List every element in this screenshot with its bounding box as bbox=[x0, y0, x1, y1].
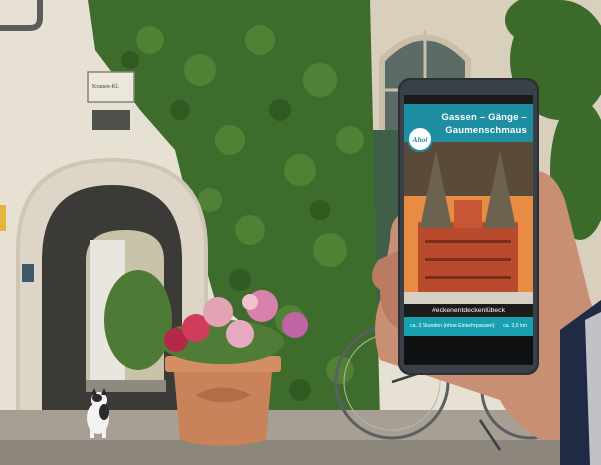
app-logo-badge: Ahoi bbox=[407, 126, 433, 152]
tour-duration: ca. 3 Stunden (ohne Einkehrpausen) bbox=[410, 323, 495, 329]
photo-scene: Kranen-Kl. bbox=[0, 0, 601, 465]
tour-distance: ca. 3,5 km bbox=[503, 323, 527, 329]
tour-info-bar: ca. 3 Stunden (ohne Einkehrpausen) ca. 3… bbox=[404, 317, 533, 336]
app-title-line2: Gaumenschmaus bbox=[445, 125, 527, 136]
app-title-line1: Gassen – Gänge – bbox=[441, 112, 527, 123]
wall-sign-text: Kranen-Kl. bbox=[92, 84, 120, 90]
yellow-marker bbox=[0, 205, 6, 231]
dark-plaque bbox=[92, 110, 130, 130]
flower-pot bbox=[165, 356, 281, 446]
phone-nav-bar bbox=[404, 336, 533, 364]
app-logo-text: Ahoi bbox=[412, 134, 428, 144]
small-sign bbox=[22, 264, 34, 282]
bush-in-passage bbox=[104, 270, 172, 370]
hashtag-bar: #eckenentdeckenlübeck bbox=[404, 304, 533, 317]
hashtag-text: #eckenentdeckenlübeck bbox=[432, 307, 505, 314]
